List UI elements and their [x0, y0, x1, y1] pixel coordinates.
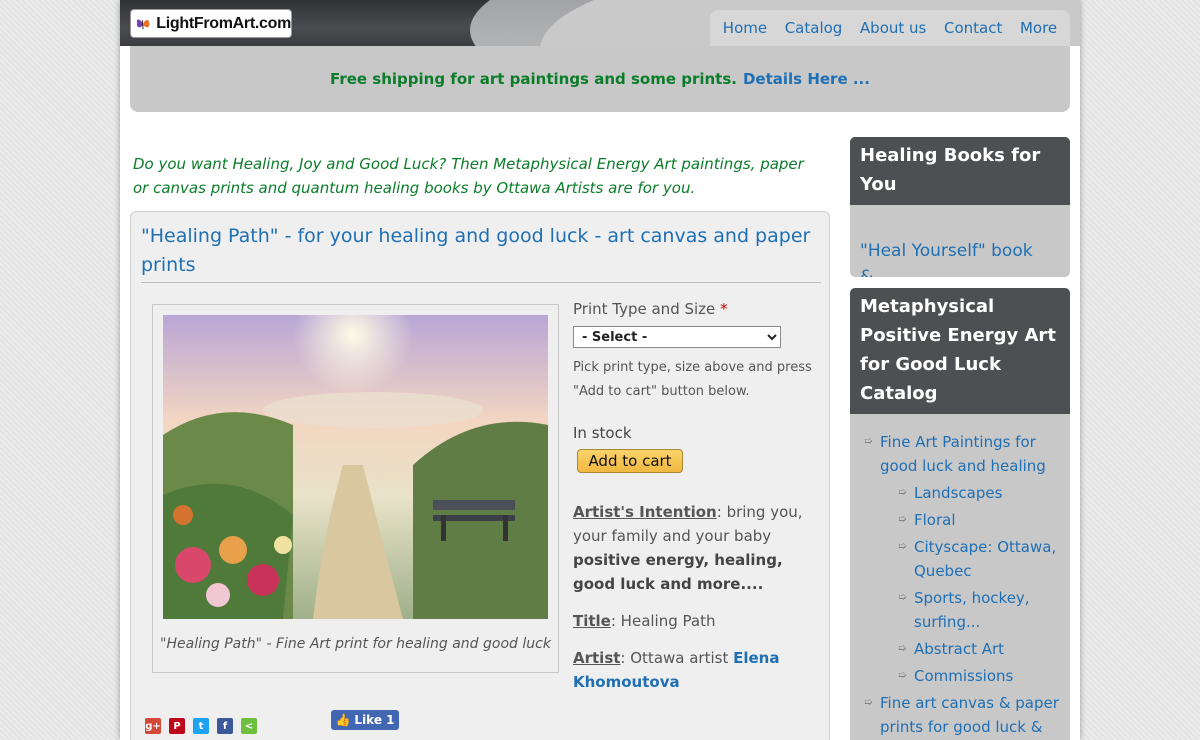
- share-icon[interactable]: <: [241, 718, 257, 734]
- shipping-banner: Free shipping for art paintings and some…: [130, 46, 1070, 112]
- painting-artist: Artist: Ottawa artist Elena Khomoutova: [573, 646, 825, 694]
- catalog-link-commissions[interactable]: Commissions: [914, 667, 1013, 685]
- catalog-sublist: ➯ Landscapes ➯ Floral ➯ Cityscape: Ottawa, …: [880, 481, 1060, 688]
- print-type-select[interactable]: - Select -: [573, 326, 781, 348]
- artist-text: : Ottawa artist: [620, 649, 734, 667]
- catalog-link-sports[interactable]: Sports, hockey, surfing...: [914, 589, 1030, 631]
- catalog-link-abstract[interactable]: Abstract Art: [914, 640, 1004, 658]
- facebook-like-button[interactable]: 👍 Like 1: [331, 710, 399, 730]
- product-title: "Healing Path" - for your healing and go…: [141, 222, 821, 283]
- product-details: Artist's Intention: bring you, your fami…: [573, 500, 825, 707]
- pinterest-icon[interactable]: P: [169, 718, 185, 734]
- catalog-subitem-commissions: ➯ Commissions: [898, 664, 1060, 688]
- thumbs-up-icon: 👍: [335, 713, 351, 727]
- logo-text: LightFromArt.com: [156, 14, 291, 32]
- main-nav: Home Catalog About us Contact More: [710, 10, 1070, 46]
- catalog-link-prints[interactable]: Fine art canvas & paper prints for good …: [880, 694, 1059, 740]
- catalog-link-landscapes[interactable]: Landscapes: [914, 484, 1002, 502]
- catalog-item-paintings: ➯ Fine Art Paintings for good luck and h…: [864, 430, 1060, 688]
- twitter-icon[interactable]: t: [193, 718, 209, 734]
- intro-text: Do you want Healing, Joy and Good Luck? …: [133, 155, 804, 197]
- nav-catalog[interactable]: Catalog: [785, 19, 843, 37]
- catalog-subitem-abstract: ➯ Abstract Art: [898, 637, 1060, 661]
- books-heading: Healing Books for You: [850, 137, 1070, 205]
- catalog-list: ➯ Fine Art Paintings for good luck and h…: [850, 414, 1070, 740]
- share-bar: g+ P t f <: [145, 718, 257, 734]
- required-marker: *: [720, 300, 728, 318]
- catalog-subitem-sports: ➯ Sports, hockey, surfing...: [898, 586, 1060, 634]
- catalog-subitem-floral: ➯ Floral: [898, 508, 1060, 532]
- product-panel: "Healing Path" - for your healing and go…: [130, 211, 830, 740]
- product-image[interactable]: [163, 315, 548, 619]
- site-header: LightFromArt.com Home Catalog About us C…: [120, 0, 1080, 46]
- nav-more[interactable]: More: [1020, 19, 1057, 37]
- nav-about[interactable]: About us: [860, 19, 926, 37]
- heal-yourself-link[interactable]: "Heal Yourself" book &...: [850, 205, 1070, 277]
- catalog-subitem-landscapes: ➯ Landscapes: [898, 481, 1060, 505]
- title-value: : Healing Path: [610, 612, 716, 630]
- books-sidebar-box: Healing Books for You "Heal Yourself" bo…: [850, 137, 1070, 277]
- intention-key: Artist's Intention: [573, 503, 717, 521]
- intention-bold: positive energy, healing, good luck and …: [573, 551, 783, 593]
- banner-details-link[interactable]: Details Here ...: [743, 70, 870, 88]
- purchase-form: Print Type and Size * - Select - Pick pr…: [573, 300, 823, 691]
- catalog-item-prints: ➯ Fine art canvas & paper prints for goo…: [864, 691, 1060, 740]
- nav-home[interactable]: Home: [723, 19, 767, 37]
- page-container: LightFromArt.com Home Catalog About us C…: [120, 0, 1080, 740]
- butterfly-logo-icon: [136, 18, 150, 29]
- print-type-label: Print Type and Size *: [573, 300, 823, 318]
- arrow-bullet-icon: ➯: [898, 643, 907, 654]
- painting-title: Title: Healing Path: [573, 609, 825, 633]
- catalog-heading: Metaphysical Positive Energy Art for Goo…: [850, 288, 1070, 414]
- painting-illustration: [163, 315, 548, 619]
- like-label: Like 1: [354, 713, 395, 727]
- product-figure: "Healing Path" - Fine Art print for heal…: [152, 304, 559, 673]
- add-to-cart-button[interactable]: Add to cart: [577, 449, 683, 473]
- banner-text: Free shipping for art paintings and some…: [330, 70, 737, 88]
- arrow-bullet-icon: ➯: [898, 670, 907, 681]
- print-type-label-text: Print Type and Size: [573, 300, 716, 318]
- arrow-bullet-icon: ➯: [898, 487, 907, 498]
- arrow-bullet-icon: ➯: [864, 436, 873, 447]
- artist-key: Artist: [573, 649, 621, 667]
- catalog-sidebar-box: Metaphysical Positive Energy Art for Goo…: [850, 288, 1070, 740]
- print-hint: Pick print type, size above and press "A…: [573, 360, 812, 399]
- catalog-link-cityscape[interactable]: Cityscape: Ottawa, Quebec: [914, 538, 1056, 580]
- image-caption: "Healing Path" - Fine Art print for heal…: [160, 636, 551, 652]
- catalog-subitem-cityscape: ➯ Cityscape: Ottawa, Quebec: [898, 535, 1060, 583]
- artist-intention: Artist's Intention: bring you, your fami…: [573, 500, 825, 596]
- arrow-bullet-icon: ➯: [898, 541, 907, 552]
- arrow-bullet-icon: ➯: [898, 514, 907, 525]
- arrow-bullet-icon: ➯: [864, 697, 873, 708]
- site-logo[interactable]: LightFromArt.com: [130, 9, 292, 38]
- google-plus-icon[interactable]: g+: [145, 718, 161, 734]
- arrow-bullet-icon: ➯: [898, 592, 907, 603]
- facebook-icon[interactable]: f: [217, 718, 233, 734]
- catalog-link-paintings[interactable]: Fine Art Paintings for good luck and hea…: [880, 433, 1046, 475]
- stock-status: In stock: [573, 424, 632, 442]
- title-key: Title: [573, 612, 611, 630]
- catalog-link-floral[interactable]: Floral: [914, 511, 956, 529]
- nav-contact[interactable]: Contact: [944, 19, 1002, 37]
